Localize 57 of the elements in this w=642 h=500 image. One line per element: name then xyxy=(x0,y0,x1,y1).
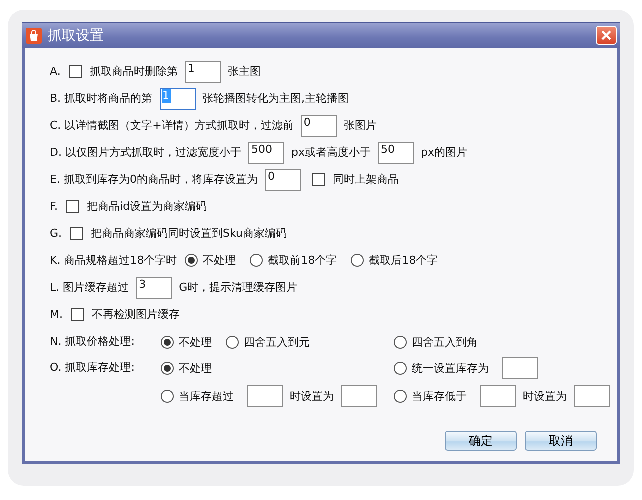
option-label: 同时上架商品 xyxy=(332,172,399,187)
close-icon xyxy=(601,30,612,41)
app-icon xyxy=(26,28,42,44)
input-field[interactable] xyxy=(574,385,610,407)
option-label: px或者高度小于 xyxy=(291,145,371,160)
checkbox[interactable] xyxy=(71,308,84,321)
option-label: 抓取商品时删除第 xyxy=(90,64,178,79)
option-label: C. 以详情截图（文字+详情）方式抓取时，过滤前 xyxy=(50,118,294,133)
checkbox[interactable] xyxy=(312,173,325,186)
option-label: F. xyxy=(50,200,58,213)
radio-button[interactable]: 不处理 xyxy=(185,253,236,268)
option-label: A. xyxy=(50,65,61,78)
option-label: 把商品id设置为商家编码 xyxy=(87,199,208,214)
radio-button[interactable]: 不处理 xyxy=(161,360,212,376)
input-field[interactable]: 0 xyxy=(264,168,301,190)
option-label: 时设置为 xyxy=(523,388,567,404)
input-field[interactable]: 0 xyxy=(300,114,337,136)
radio-button[interactable]: 截取后18个字 xyxy=(351,253,438,268)
option-label: E. 抓取到库存为0的商品时，将库存设置为 xyxy=(50,172,258,187)
option-label: L. 图片缓存超过 xyxy=(50,280,130,295)
input-field[interactable]: 50 xyxy=(378,142,414,164)
input-field[interactable]: 3 xyxy=(136,276,172,298)
option-label: M. xyxy=(50,308,63,321)
checkbox[interactable] xyxy=(70,227,84,240)
option-label: 把商品商家编码同时设置到Sku商家编码 xyxy=(91,226,288,241)
close-button[interactable] xyxy=(596,26,617,45)
input-field[interactable] xyxy=(247,385,283,407)
radio-button[interactable]: 统一设置库存为 xyxy=(394,360,489,376)
option-label: K. 商品规格超过18个字时 xyxy=(50,253,178,268)
input-field[interactable] xyxy=(341,385,377,407)
radio-button[interactable]: 不处理 xyxy=(161,334,212,350)
option-label: G. xyxy=(50,227,62,240)
radio-button[interactable]: 截取前18个字 xyxy=(250,253,338,268)
option-label: B. 抓取时将商品的第 xyxy=(50,91,153,106)
dialog-button[interactable]: 取消 xyxy=(525,431,597,451)
radio-button[interactable]: 四舍五入到角 xyxy=(394,334,478,350)
option-label: 张轮播图转化为主图,主轮播图 xyxy=(202,91,350,106)
input-field[interactable] xyxy=(502,357,538,379)
window-title: 抓取设置 xyxy=(48,26,105,44)
dialog-button[interactable]: 确定 xyxy=(445,431,517,451)
radio-button[interactable]: 四舍五入到元 xyxy=(226,334,310,350)
option-label: 张图片 xyxy=(344,118,377,133)
option-label: N. 抓取价格处理: xyxy=(50,334,136,349)
option-label: D. 以仅图片方式抓取时，过滤宽度小于 xyxy=(50,145,242,160)
input-field[interactable] xyxy=(480,385,516,407)
input-field[interactable]: 1 xyxy=(184,60,221,82)
option-label: px的图片 xyxy=(420,145,468,160)
radio-button[interactable]: 当库存低于 xyxy=(394,388,467,404)
option-label: O. 抓取库存处理: xyxy=(50,360,136,375)
checkbox[interactable] xyxy=(68,65,82,78)
option-label: 不再检测图片缓存 xyxy=(92,307,180,322)
option-label: G时，提示清理缓存图片 xyxy=(179,280,298,295)
option-label: 时设置为 xyxy=(290,388,334,404)
radio-button[interactable]: 当库存超过 xyxy=(161,388,234,404)
option-label: 张主图 xyxy=(228,64,261,79)
checkbox[interactable] xyxy=(66,200,80,213)
input-field[interactable]: 500 xyxy=(248,142,284,164)
